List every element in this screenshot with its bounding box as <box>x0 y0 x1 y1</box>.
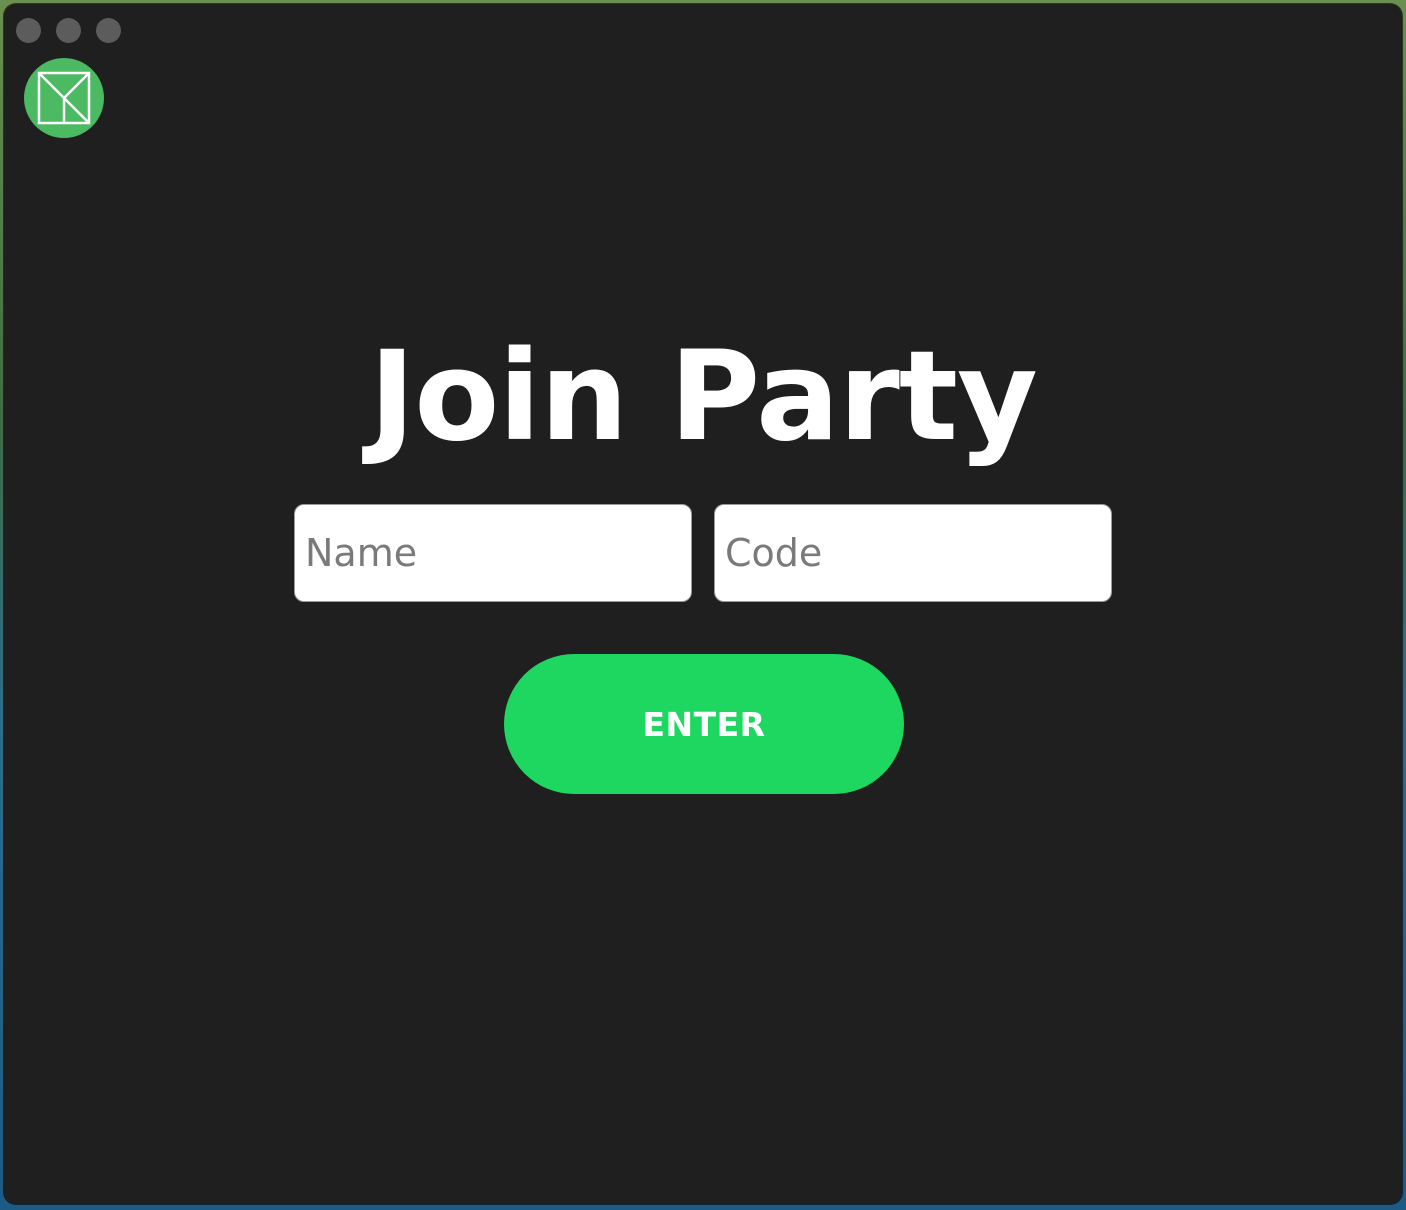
minimize-window-button[interactable] <box>56 18 81 43</box>
close-window-button[interactable] <box>16 18 41 43</box>
code-input[interactable] <box>714 504 1112 602</box>
page-title: Join Party <box>369 325 1038 469</box>
app-logo-icon <box>24 58 104 138</box>
zoom-window-button[interactable] <box>96 18 121 43</box>
app-window: Join Party ENTER <box>4 4 1402 1204</box>
enter-button[interactable]: ENTER <box>504 654 904 794</box>
window-controls <box>16 18 121 43</box>
name-input[interactable] <box>294 504 692 602</box>
